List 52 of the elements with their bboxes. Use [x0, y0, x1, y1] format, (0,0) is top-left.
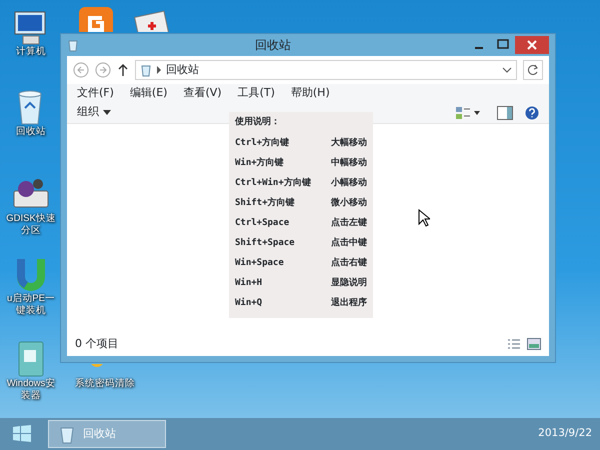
start-button-icon[interactable] [12, 424, 32, 444]
view-options-icon[interactable] [455, 106, 481, 120]
shortcut-action: 小幅移动 [331, 176, 367, 190]
menu-item[interactable]: 帮助(H) [290, 84, 330, 102]
status-item-count: 0 个项目 [75, 336, 120, 352]
caret-icon [103, 110, 111, 116]
shortcut-keys: Ctrl+Space [235, 216, 290, 230]
shortcut-action: 退出程序 [331, 296, 367, 310]
shortcut-action: 点击左键 [331, 216, 367, 230]
clock-date: 2013/9/22 [538, 426, 593, 442]
shortcut-action: 点击中键 [331, 236, 367, 250]
app-icon[interactable] [76, 4, 116, 32]
shortcut-action: 大幅移动 [331, 136, 367, 150]
desktop-icon-label: 系统密码清除 [75, 378, 135, 390]
help-icon[interactable] [525, 106, 539, 120]
refresh-icon[interactable] [523, 60, 543, 80]
large-icons-view-icon[interactable] [527, 338, 541, 350]
menu-item[interactable]: 文件(F) [77, 84, 114, 102]
address-bar[interactable]: 回收站 [135, 60, 517, 80]
up-arrow-icon[interactable] [117, 63, 129, 77]
desktop-icon-label: 计算机 [16, 46, 46, 58]
shortcut-keys: Win+方向键 [235, 156, 284, 170]
close-icon[interactable] [515, 36, 549, 54]
breadcrumb-arrow-icon [156, 66, 162, 74]
address-path: 回收站 [166, 62, 200, 78]
recycle-bin-icon [140, 63, 152, 77]
menu-item[interactable]: 查看(V) [183, 84, 222, 102]
recycle-bin-icon [67, 38, 79, 52]
dropdown-icon[interactable] [502, 66, 512, 74]
desktop-icon-label: u启动PE一键装机 [6, 293, 56, 317]
menu-item[interactable]: 编辑(E) [130, 84, 168, 102]
desktop-icon-label: GDISK快速分区 [5, 213, 57, 237]
shortcut-action: 显隐说明 [331, 276, 367, 290]
help-title: 使用说明： [235, 116, 281, 129]
desktop-icon-label: 回收站 [16, 126, 46, 138]
shortcut-keys: Win+H [235, 276, 262, 290]
shortcut-keys: Shift+方向键 [235, 196, 295, 210]
preview-pane-icon[interactable] [497, 106, 513, 120]
mouse-cursor-icon [418, 209, 430, 227]
shortcut-action: 中幅移动 [331, 156, 367, 170]
shortcut-keys: Win+Q [235, 296, 262, 310]
shortcut-keys: Shift+Space [235, 236, 295, 250]
shortcut-keys: Ctrl+Win+方向键 [235, 176, 311, 190]
shortcut-keys: Win+Space [235, 256, 284, 270]
shortcut-action: 微小移动 [331, 196, 367, 210]
shortcut-action: 点击右键 [331, 256, 367, 270]
shortcut-keys: Ctrl+方向键 [235, 136, 290, 150]
window-title: 回收站 [254, 37, 292, 54]
details-view-icon[interactable] [507, 338, 521, 350]
desktop-icon-label: Windows安装器 [6, 378, 56, 402]
organize-menu[interactable]: 组织 [77, 104, 111, 121]
menu-item[interactable]: 工具(T) [238, 84, 275, 102]
